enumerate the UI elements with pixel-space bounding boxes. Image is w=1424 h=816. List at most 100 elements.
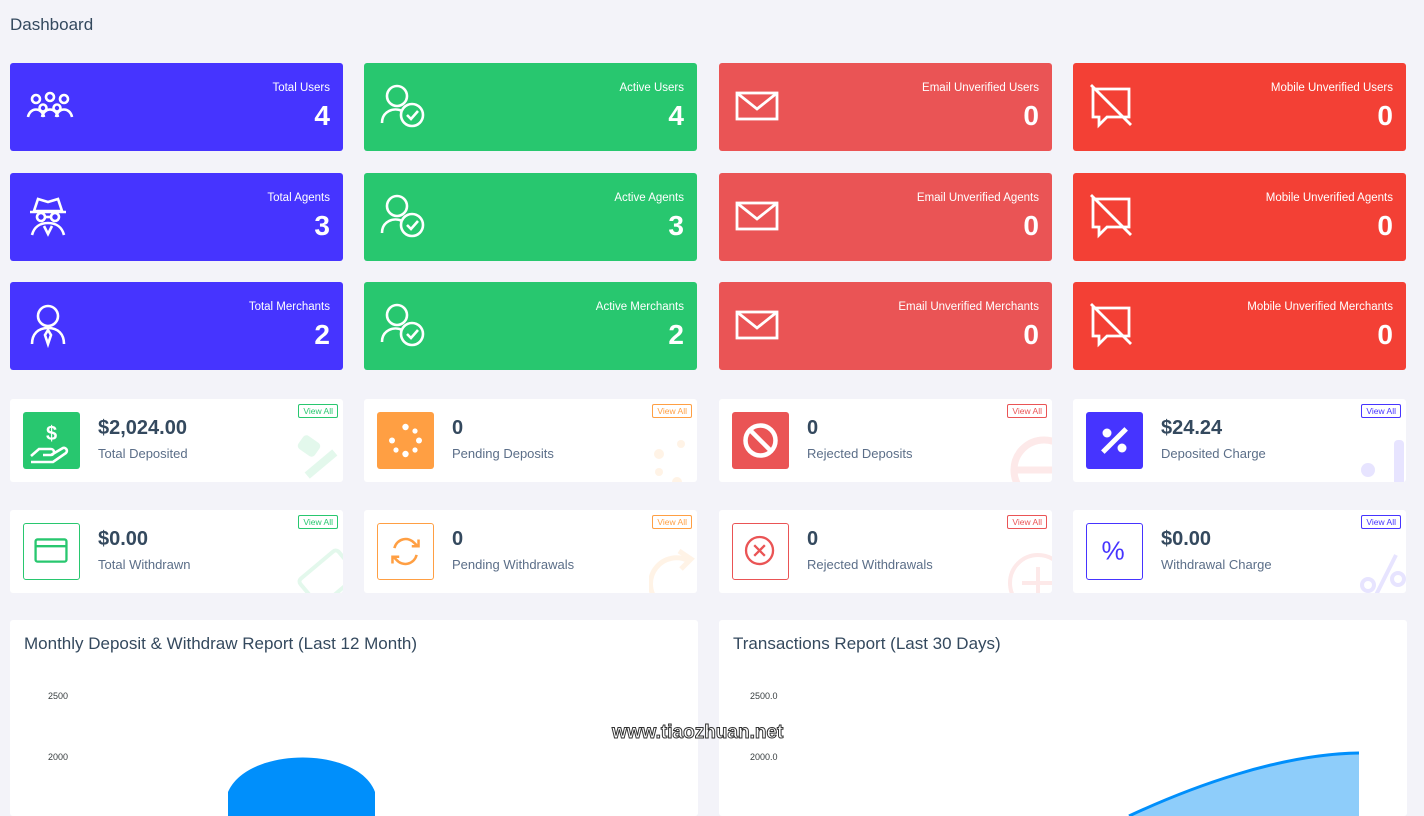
widget-pending-withdrawals[interactable]: 0 Pending Withdrawals View All — [364, 510, 697, 593]
comment-slash-icon — [1090, 303, 1132, 348]
stat-label: Total Merchants — [248, 301, 330, 313]
view-all-button[interactable]: View All — [652, 404, 692, 418]
watermark-text: www.tiaozhuan.net — [611, 722, 784, 744]
widget-rejected-deposits[interactable]: 0 Rejected Deposits View All — [719, 399, 1052, 482]
view-all-button[interactable]: View All — [298, 404, 338, 418]
users-icon — [26, 91, 74, 118]
user-check-icon — [380, 303, 425, 347]
view-all-button[interactable]: View All — [1361, 404, 1401, 418]
panel-monthly-report: Monthly Deposit & Withdraw Report (Last … — [10, 620, 698, 816]
stat-value: 4 — [668, 100, 684, 131]
stat-card-mobile-unverified-agents[interactable]: Mobile Unverified Agents 0 — [1073, 173, 1406, 261]
envelope-icon — [735, 310, 779, 340]
comment-slash-icon — [1090, 84, 1132, 129]
view-all-button[interactable]: View All — [652, 515, 692, 529]
deposit-series-area — [228, 757, 375, 816]
percent-ghost-icon — [1361, 440, 1404, 482]
stat-card-total-users[interactable]: Total Users 4 — [10, 63, 343, 151]
stat-value: 0 — [1377, 210, 1393, 241]
view-all-button[interactable]: View All — [298, 515, 338, 529]
stat-label: Active Users — [619, 82, 684, 94]
spinner-ghost-icon — [654, 440, 685, 482]
stat-card-mobile-unverified-users[interactable]: Mobile Unverified Users 0 — [1073, 63, 1406, 151]
credit-card-icon — [23, 523, 80, 580]
percent-icon — [1086, 412, 1143, 469]
view-all-button[interactable]: View All — [1007, 515, 1047, 529]
widget-withdrawal-charge[interactable]: % $0.00 Withdrawal Charge View All — [1073, 510, 1406, 593]
stat-label: Active Agents — [614, 192, 684, 204]
stat-card-active-agents[interactable]: Active Agents 3 — [364, 173, 697, 261]
sync-ghost-icon — [649, 548, 695, 593]
percent-outline-icon: % — [1086, 523, 1143, 580]
user-tie-icon — [30, 304, 66, 349]
view-all-button[interactable]: View All — [1007, 404, 1047, 418]
comment-slash-icon — [1090, 194, 1132, 239]
stat-label: Email Unverified Agents — [916, 192, 1039, 204]
widget-value: 0 — [452, 528, 464, 550]
svg-text:$: $ — [46, 423, 57, 445]
widget-value: 0 — [807, 417, 819, 439]
stat-card-email-unverified-users[interactable]: Email Unverified Users 0 — [719, 63, 1052, 151]
stat-label: Active Merchants — [595, 301, 684, 313]
widget-label: Deposited Charge — [1161, 446, 1266, 461]
widget-value: 0 — [452, 417, 464, 439]
widget-label: Pending Withdrawals — [452, 557, 575, 572]
stat-label: Mobile Unverified Users — [1270, 82, 1393, 94]
stat-card-email-unverified-merchants[interactable]: Email Unverified Merchants 0 — [719, 282, 1052, 370]
monthly-chart-area — [228, 757, 375, 816]
spinner-icon — [377, 412, 434, 469]
view-all-button[interactable]: View All — [1361, 515, 1401, 529]
panel-transactions-report: Transactions Report (Last 30 Days) 2500.… — [719, 620, 1407, 816]
stat-value: 0 — [1023, 100, 1039, 131]
user-check-icon — [380, 194, 425, 238]
stat-value: 0 — [1377, 100, 1393, 131]
widget-value: $0.00 — [98, 528, 149, 550]
widget-value: $24.24 — [1161, 417, 1223, 439]
dollar-ghost-icon — [297, 435, 338, 479]
hand-holding-dollar-icon: $ — [23, 412, 80, 469]
widget-label: Pending Deposits — [452, 446, 554, 461]
transactions-series-area — [1129, 753, 1359, 816]
stat-label: Mobile Unverified Merchants — [1247, 301, 1393, 313]
page-title: Dashboard — [10, 15, 94, 34]
widget-total-deposited[interactable]: $ $2,024.00 Total Deposited View All — [10, 399, 343, 482]
stat-card-email-unverified-agents[interactable]: Email Unverified Agents 0 — [719, 173, 1052, 261]
user-check-icon — [380, 84, 425, 128]
stat-label: Email Unverified Merchants — [898, 301, 1039, 313]
widget-value: $2,024.00 — [98, 417, 187, 439]
stat-value: 0 — [1377, 319, 1393, 350]
widget-value: $0.00 — [1161, 528, 1212, 550]
envelope-icon — [735, 91, 779, 121]
stat-label: Total Users — [272, 82, 330, 94]
stat-value: 3 — [668, 210, 684, 241]
stat-value: 2 — [314, 319, 330, 350]
widget-label: Total Withdrawn — [98, 557, 191, 572]
transactions-chart-area — [1128, 751, 1360, 816]
widget-pending-deposits[interactable]: 0 Pending Deposits View All — [364, 399, 697, 482]
envelope-icon — [735, 201, 779, 231]
sync-icon — [377, 523, 434, 580]
widget-rejected-withdrawals[interactable]: 0 Rejected Withdrawals View All — [719, 510, 1052, 593]
times-circle-icon — [732, 523, 789, 580]
card-ghost-icon — [297, 548, 343, 593]
stat-value: 0 — [1023, 319, 1039, 350]
widget-total-withdrawn[interactable]: $0.00 Total Withdrawn View All — [10, 510, 343, 593]
svg-text:%: % — [1101, 536, 1124, 566]
widget-deposited-charge[interactable]: $24.24 Deposited Charge View All — [1073, 399, 1406, 482]
stat-card-total-agents[interactable]: Total Agents 3 — [10, 173, 343, 261]
user-secret-icon — [30, 197, 66, 237]
stat-label: Mobile Unverified Agents — [1265, 192, 1393, 204]
percent-ghost-icon — [1360, 554, 1406, 593]
stat-card-total-merchants[interactable]: Total Merchants 2 — [10, 282, 343, 370]
stat-value: 2 — [668, 319, 684, 350]
stat-card-mobile-unverified-merchants[interactable]: Mobile Unverified Merchants 0 — [1073, 282, 1406, 370]
widget-label: Rejected Deposits — [807, 446, 913, 461]
ban-ghost-icon — [1010, 436, 1052, 482]
stat-label: Email Unverified Users — [922, 82, 1039, 94]
times-ghost-icon — [1008, 553, 1052, 593]
stat-card-active-users[interactable]: Active Users 4 — [364, 63, 697, 151]
widget-value: 0 — [807, 528, 819, 550]
stat-card-active-merchants[interactable]: Active Merchants 2 — [364, 282, 697, 370]
widget-label: Withdrawal Charge — [1161, 557, 1272, 572]
widget-label: Total Deposited — [98, 446, 188, 461]
